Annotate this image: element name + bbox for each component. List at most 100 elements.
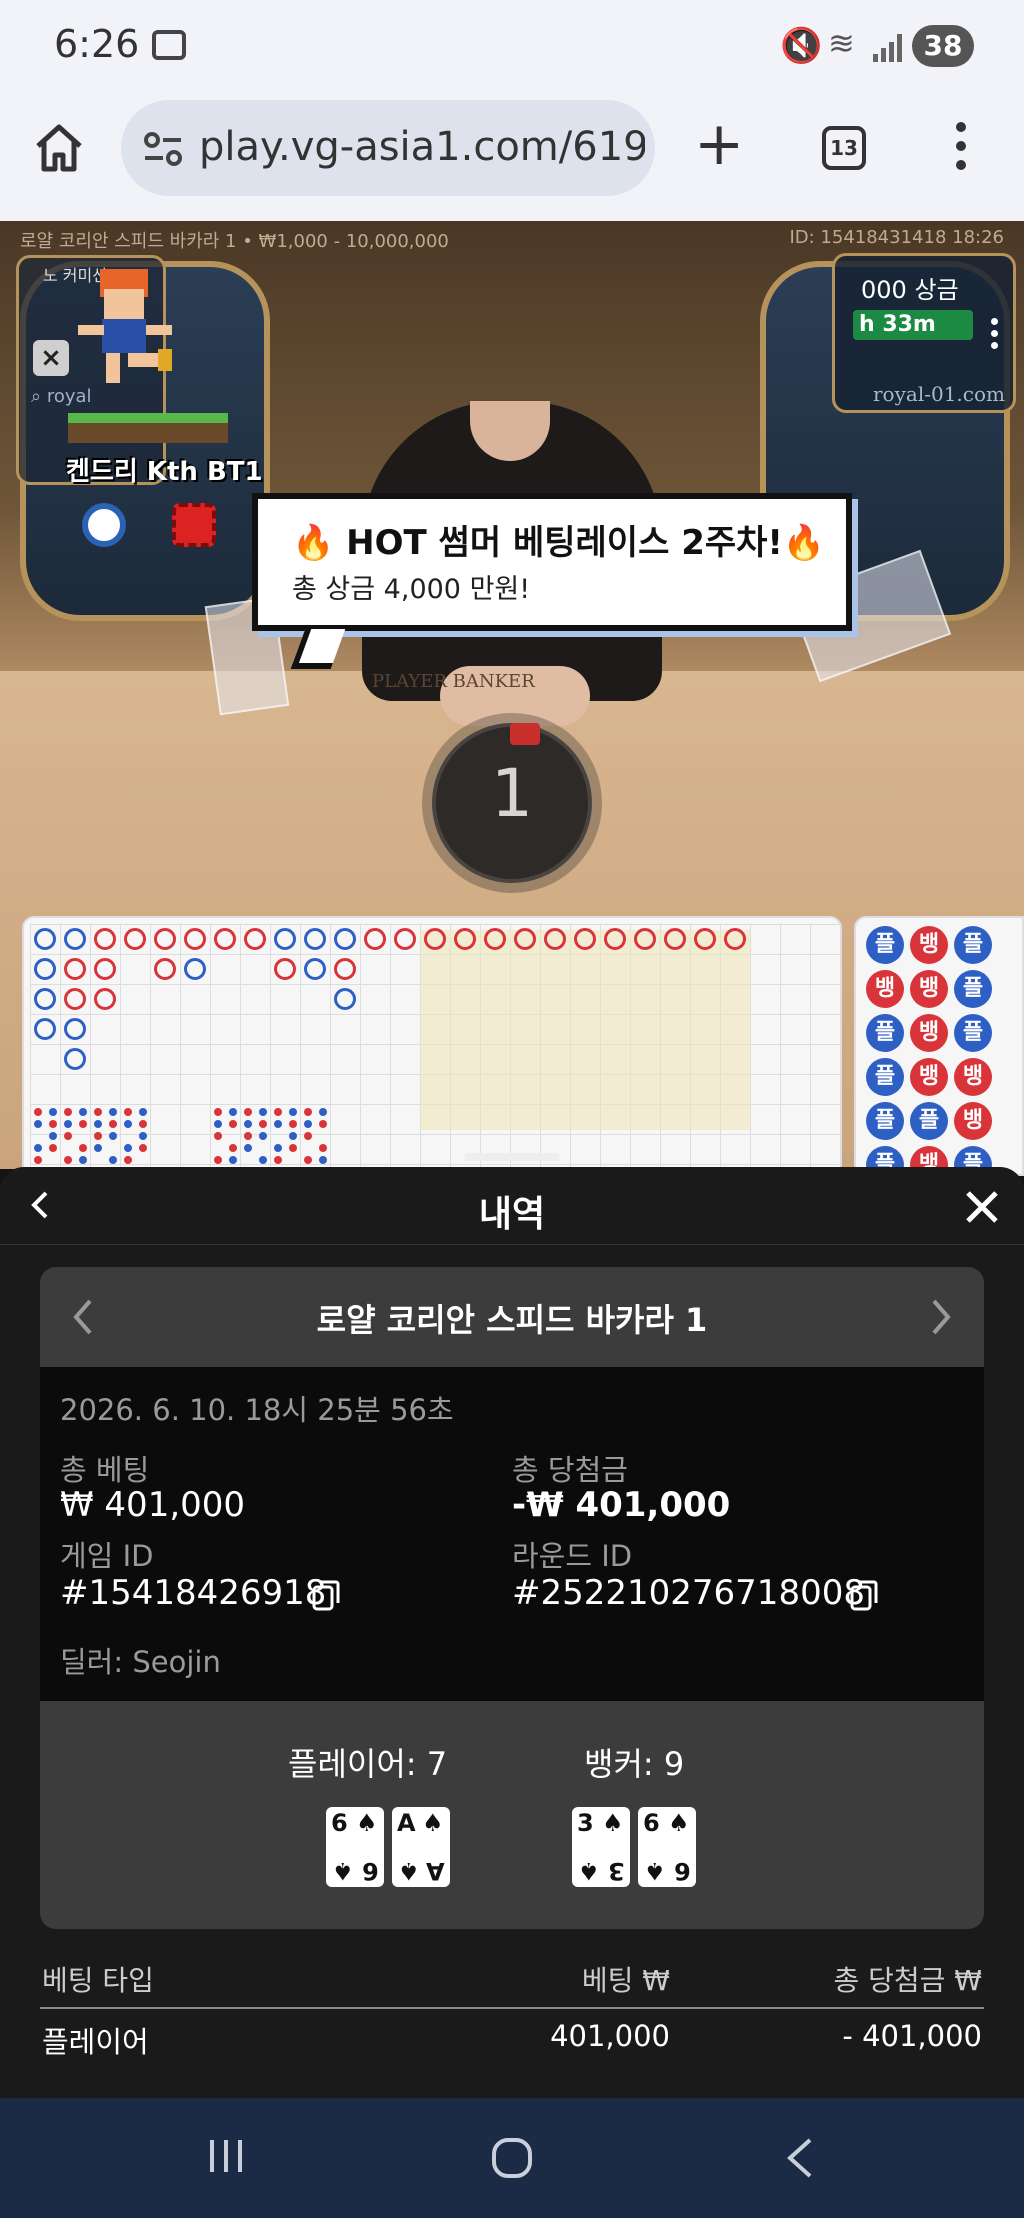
mascot-character[interactable] (72, 269, 182, 389)
card-rank: A (397, 1809, 416, 1837)
roadmap-scoreboard[interactable] (22, 916, 842, 1176)
roadmap-dot (139, 1108, 147, 1116)
close-widget-button[interactable]: × (33, 340, 69, 376)
card-rank: 3 (577, 1809, 594, 1837)
roadmap-dot (289, 1144, 297, 1152)
tab-switcher-button[interactable]: 13 (822, 126, 866, 170)
address-bar[interactable]: play.vg-asia1.com/619 (121, 100, 655, 196)
blue-chip-icon[interactable] (82, 503, 126, 547)
card-rank-bottom: 3 (608, 1857, 625, 1885)
table-divider (40, 2007, 984, 2009)
roadmap-ring (64, 1018, 86, 1040)
roadmap-ring (214, 928, 236, 950)
home-nav-icon[interactable] (490, 2136, 534, 2180)
roadmap-ring (304, 928, 326, 950)
roadmap-ring (184, 928, 206, 950)
card-suit: ♠ (668, 1809, 690, 1837)
game-name: 로얄 코리안 스피드 바카라 1 (316, 1301, 708, 1339)
countdown-timer: 1 (432, 723, 592, 883)
mascot-name: 켄드리 Kth BT1 (66, 457, 263, 487)
close-icon[interactable] (964, 1189, 1000, 1225)
roadmap-dot (289, 1120, 297, 1128)
roadmap-dot (49, 1144, 57, 1152)
table-print: PLAYER BANKER (372, 671, 535, 692)
column-header-bet-type: 베팅 타입 (42, 1964, 154, 1997)
game-selector: 로얄 코리안 스피드 바카라 1 (40, 1267, 984, 1367)
widget-menu-icon[interactable] (991, 318, 999, 354)
roadmap-dot (124, 1108, 132, 1116)
widget-search[interactable]: ⌕ royal (31, 386, 92, 407)
roadmap-dot (214, 1108, 222, 1116)
roadmap-ring (94, 958, 116, 980)
panel-title: 내역 (478, 1194, 546, 1235)
round-details: 2026. 6. 10. 18시 25분 56초 총 베팅 ₩ 401,000 … (40, 1367, 984, 1701)
copy-game-id-icon[interactable] (312, 1579, 340, 1611)
site-settings-icon[interactable] (143, 130, 183, 168)
column-header-bet: 베팅 ₩ (581, 1964, 670, 1997)
copy-round-id-icon[interactable] (850, 1579, 878, 1611)
roadmap-ring (64, 988, 86, 1010)
roadmap-dot (289, 1108, 297, 1116)
bead-player: 플 (866, 1058, 904, 1096)
roadmap-dot (244, 1108, 252, 1116)
playing-card: A ♠ ♠ A (392, 1807, 450, 1887)
roadmap-highlight (420, 930, 750, 1130)
roadmap-ring (724, 928, 746, 950)
system-navigation-bar (0, 2098, 1024, 2218)
roadmap-ring (274, 958, 296, 980)
speech-bubble-tail (290, 629, 346, 669)
roadmap-dot (79, 1120, 87, 1128)
drag-handle[interactable] (464, 1153, 560, 1161)
banker-result: 뱅커: 9 (584, 1745, 685, 1783)
roadmap-ring (424, 928, 446, 950)
roadmap-dot (319, 1156, 327, 1164)
card-suit-bottom: ♠ (578, 1857, 600, 1885)
roadmap-ring (94, 988, 116, 1010)
recent-apps-icon[interactable] (206, 2136, 246, 2176)
card-rank: 6 (331, 1809, 348, 1837)
roadmap-ring (124, 928, 146, 950)
roadmap-ring (484, 928, 506, 950)
game-round-id: ID: 15418431418 18:26 (789, 227, 1004, 248)
new-tab-plus-icon[interactable]: + (694, 114, 744, 174)
right-widget[interactable]: 000 상금 h 33m royal-01.com (832, 253, 1016, 413)
roadmap-dot (304, 1120, 312, 1128)
roadmap-dot (94, 1120, 102, 1128)
home-icon[interactable] (34, 122, 84, 174)
back-nav-icon[interactable] (782, 2136, 818, 2180)
browser-menu-icon[interactable] (956, 122, 968, 178)
roadmap-ring (634, 928, 656, 950)
round-cards: 플레이어: 7 뱅커: 9 6 ♠ ♠ 6 A ♠ ♠ A 3 ♠ ♠ 3 6 ♠ ♠ 6 (40, 1701, 984, 1929)
bead-road[interactable]: 플뱅플뱅뱅플플뱅플플뱅뱅플플뱅플뱅플 (854, 916, 1024, 1176)
card-suit: ♠ (422, 1809, 444, 1837)
battery-icon: 38 (912, 25, 974, 67)
next-game-chevron-icon[interactable] (930, 1297, 954, 1337)
card-rank-bottom: 6 (674, 1857, 691, 1885)
roadmap-dot (109, 1132, 117, 1140)
roadmap-dot (34, 1144, 42, 1152)
roadmap-dot (259, 1120, 267, 1128)
roadmap-ring (274, 928, 296, 950)
roadmap-dot (124, 1156, 132, 1164)
prize-text: 000 상금 (861, 276, 959, 304)
row-bet-amount: 401,000 (550, 2019, 670, 2053)
roadmap-dot (49, 1120, 57, 1128)
roadmap-dot (229, 1156, 237, 1164)
roadmap-ring (604, 928, 626, 950)
promo-banner[interactable]: 🔥 HOT 썸머 베팅레이스 2주차!🔥 총 상금 4,000 만원! (252, 493, 852, 669)
roadmap-dot (34, 1156, 42, 1164)
roadmap-ring (454, 928, 476, 950)
total-bet-value: ₩ 401,000 (60, 1485, 246, 1525)
roadmap-ring (154, 958, 176, 980)
red-chip-icon[interactable] (172, 503, 216, 547)
total-win-value: -₩ 401,000 (512, 1485, 731, 1525)
roadmap-dot (244, 1144, 252, 1152)
roadmap-ring (64, 958, 86, 980)
roadmap-ring (694, 928, 716, 950)
bead-player: 플 (910, 1102, 948, 1140)
roadmap-ring (334, 928, 356, 950)
roadmap-dot (214, 1132, 222, 1140)
bead-player: 플 (954, 1014, 992, 1052)
roadmap-ring (154, 928, 176, 950)
roadmap-dot (304, 1132, 312, 1140)
